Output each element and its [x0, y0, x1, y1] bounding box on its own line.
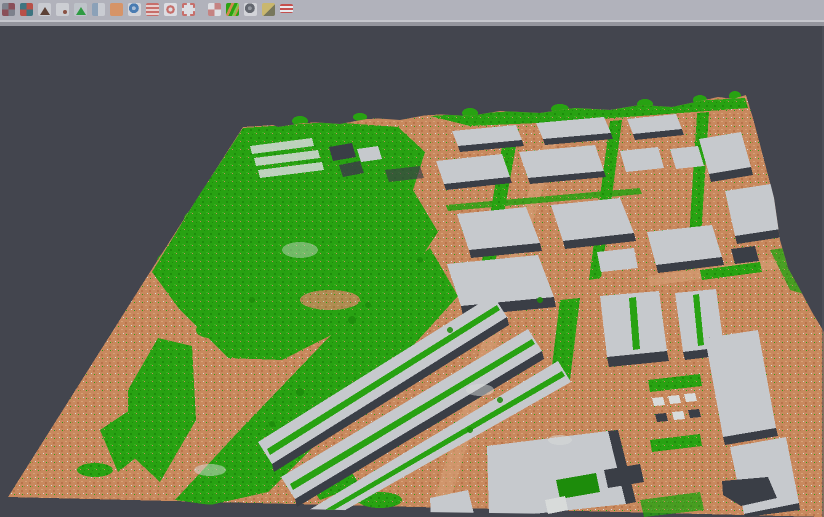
sphere-icon[interactable]	[244, 3, 257, 16]
mosaic-view-icon[interactable]	[2, 3, 15, 16]
target-ring-icon[interactable]	[164, 3, 177, 16]
nav-compass-icon[interactable]	[20, 3, 33, 16]
scene-canvas	[0, 26, 824, 517]
checker-overlay-icon[interactable]	[208, 3, 221, 16]
crop-brackets-icon[interactable]	[182, 3, 195, 16]
side-panel-icon[interactable]	[92, 3, 105, 16]
ortho-tile-icon[interactable]	[110, 3, 123, 16]
terrain-green-icon[interactable]	[74, 3, 87, 16]
viewport-3d[interactable]	[0, 26, 824, 517]
classification-map-icon[interactable]	[226, 3, 239, 16]
axis-swap-icon[interactable]	[262, 3, 275, 16]
toolbar	[0, 0, 824, 20]
globe-icon[interactable]	[128, 3, 141, 16]
red-flag-icon[interactable]	[280, 4, 293, 13]
layer-list-icon[interactable]	[146, 3, 159, 16]
point-pick-icon[interactable]	[56, 3, 69, 16]
application-window	[0, 0, 824, 517]
terrain-dark-icon[interactable]	[38, 3, 51, 16]
